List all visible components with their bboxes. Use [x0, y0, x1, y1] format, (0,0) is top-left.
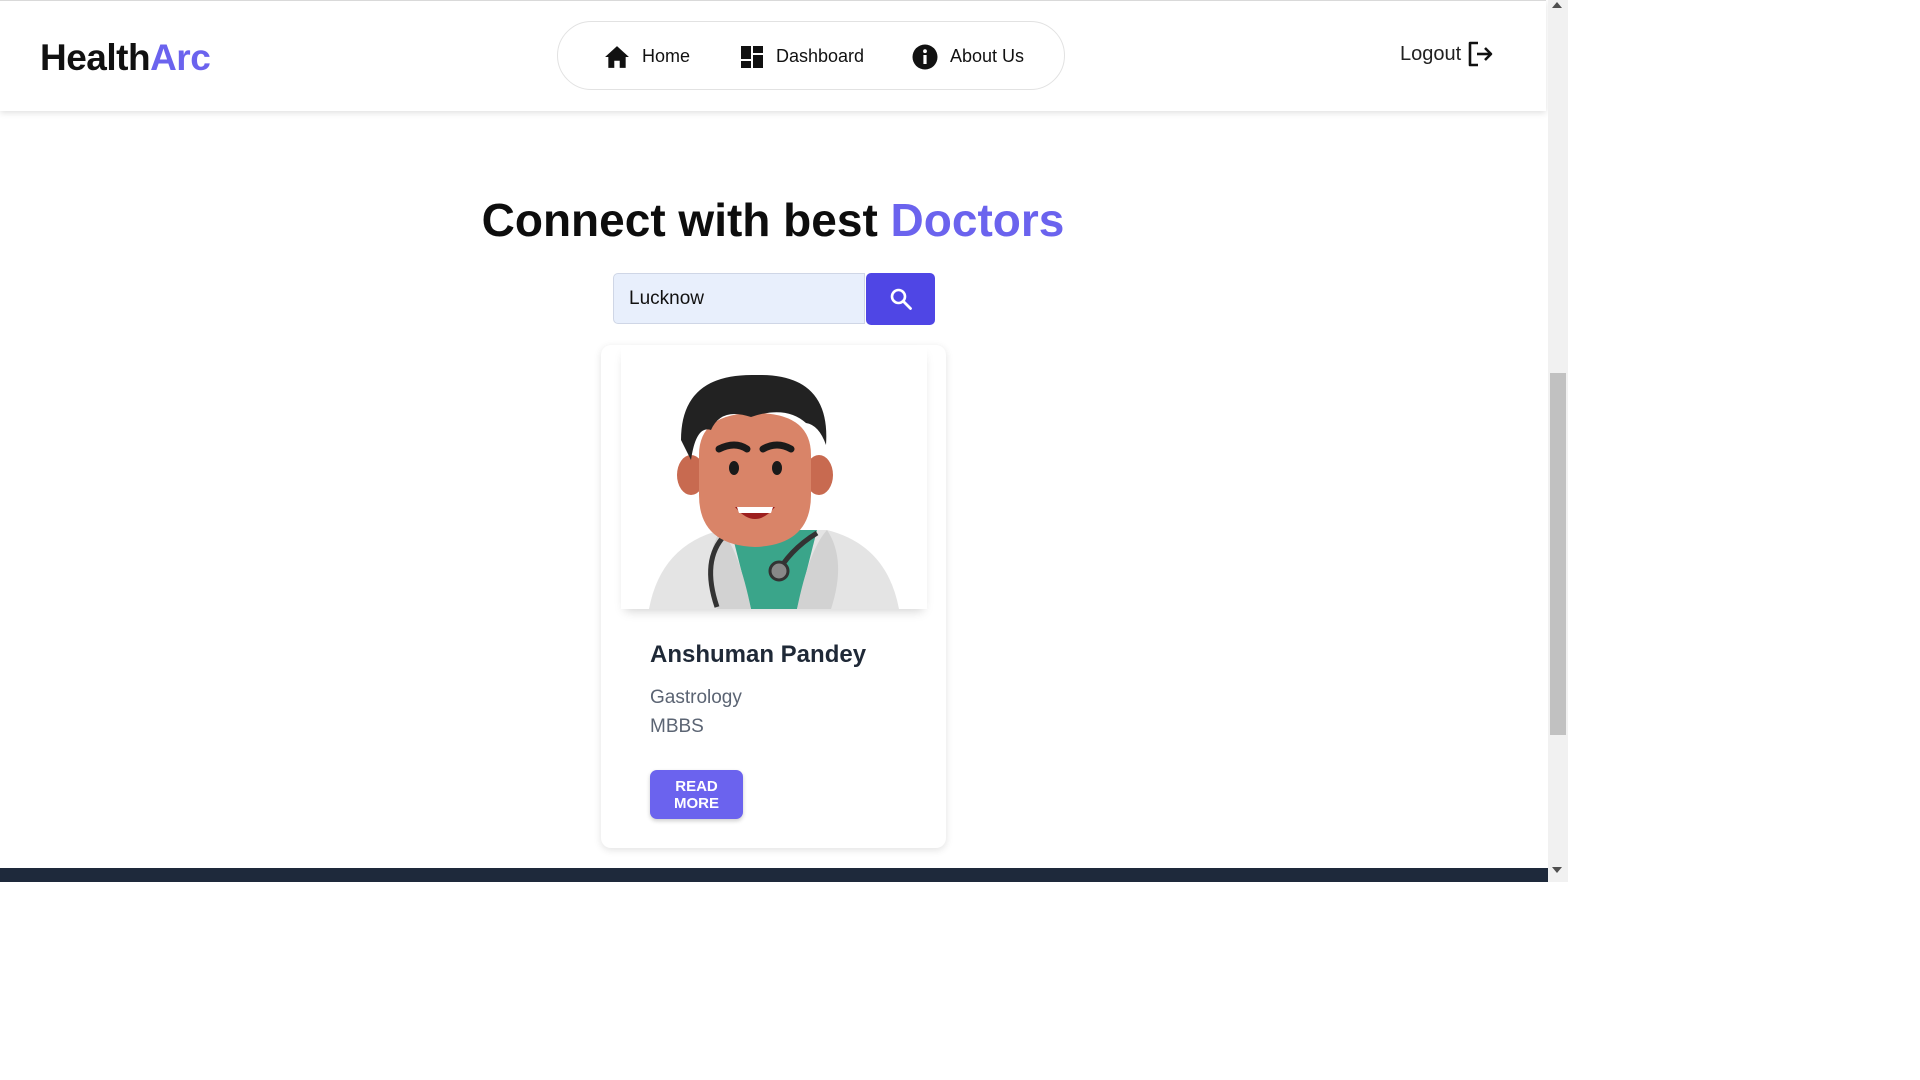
logout-label: Logout — [1400, 42, 1462, 65]
doctor-degree: MBBS — [650, 716, 704, 737]
doctor-card: Anshuman Pandey Gastrology MBBS READ MOR… — [601, 345, 946, 848]
scroll-up-arrow-icon[interactable] — [1552, 2, 1562, 8]
nav-label-home: Home — [642, 46, 691, 66]
dashboard-icon — [741, 45, 763, 68]
header: HealthArc Home Dashboard About Us Logout — [0, 0, 1546, 111]
info-icon — [912, 44, 938, 69]
home-icon — [605, 45, 629, 68]
doctor-specialization: Gastrology — [650, 687, 742, 708]
title-part2: Doctors — [890, 194, 1065, 246]
page-title: Connect with best Doctors — [0, 193, 1546, 247]
nav-item-dashboard[interactable]: Dashboard — [740, 22, 864, 91]
search-input[interactable] — [613, 273, 865, 324]
title-part1: Connect with best — [481, 194, 878, 246]
nav-label-dashboard: Dashboard — [776, 46, 865, 66]
brand-name-part2: Arc — [150, 37, 211, 78]
doctor-avatar — [621, 345, 927, 609]
search-button[interactable] — [866, 273, 935, 325]
logout-button[interactable]: Logout — [1400, 41, 1495, 67]
brand-logo[interactable]: HealthArc — [40, 37, 211, 79]
search-icon — [890, 288, 912, 310]
scroll-down-arrow-icon[interactable] — [1552, 867, 1562, 873]
logout-icon — [1468, 41, 1493, 67]
read-more-button[interactable]: READ MORE — [650, 770, 743, 819]
nav-label-about: About Us — [950, 46, 1025, 66]
doctor-name: Anshuman Pandey — [650, 641, 867, 668]
nav-item-home[interactable]: Home — [604, 22, 690, 91]
main-nav: Home Dashboard About Us — [557, 21, 1065, 90]
brand-name-part1: Health — [40, 37, 151, 78]
nav-item-about[interactable]: About Us — [912, 22, 1024, 91]
scrollbar-thumb[interactable] — [1550, 373, 1566, 735]
footer — [0, 868, 1548, 882]
